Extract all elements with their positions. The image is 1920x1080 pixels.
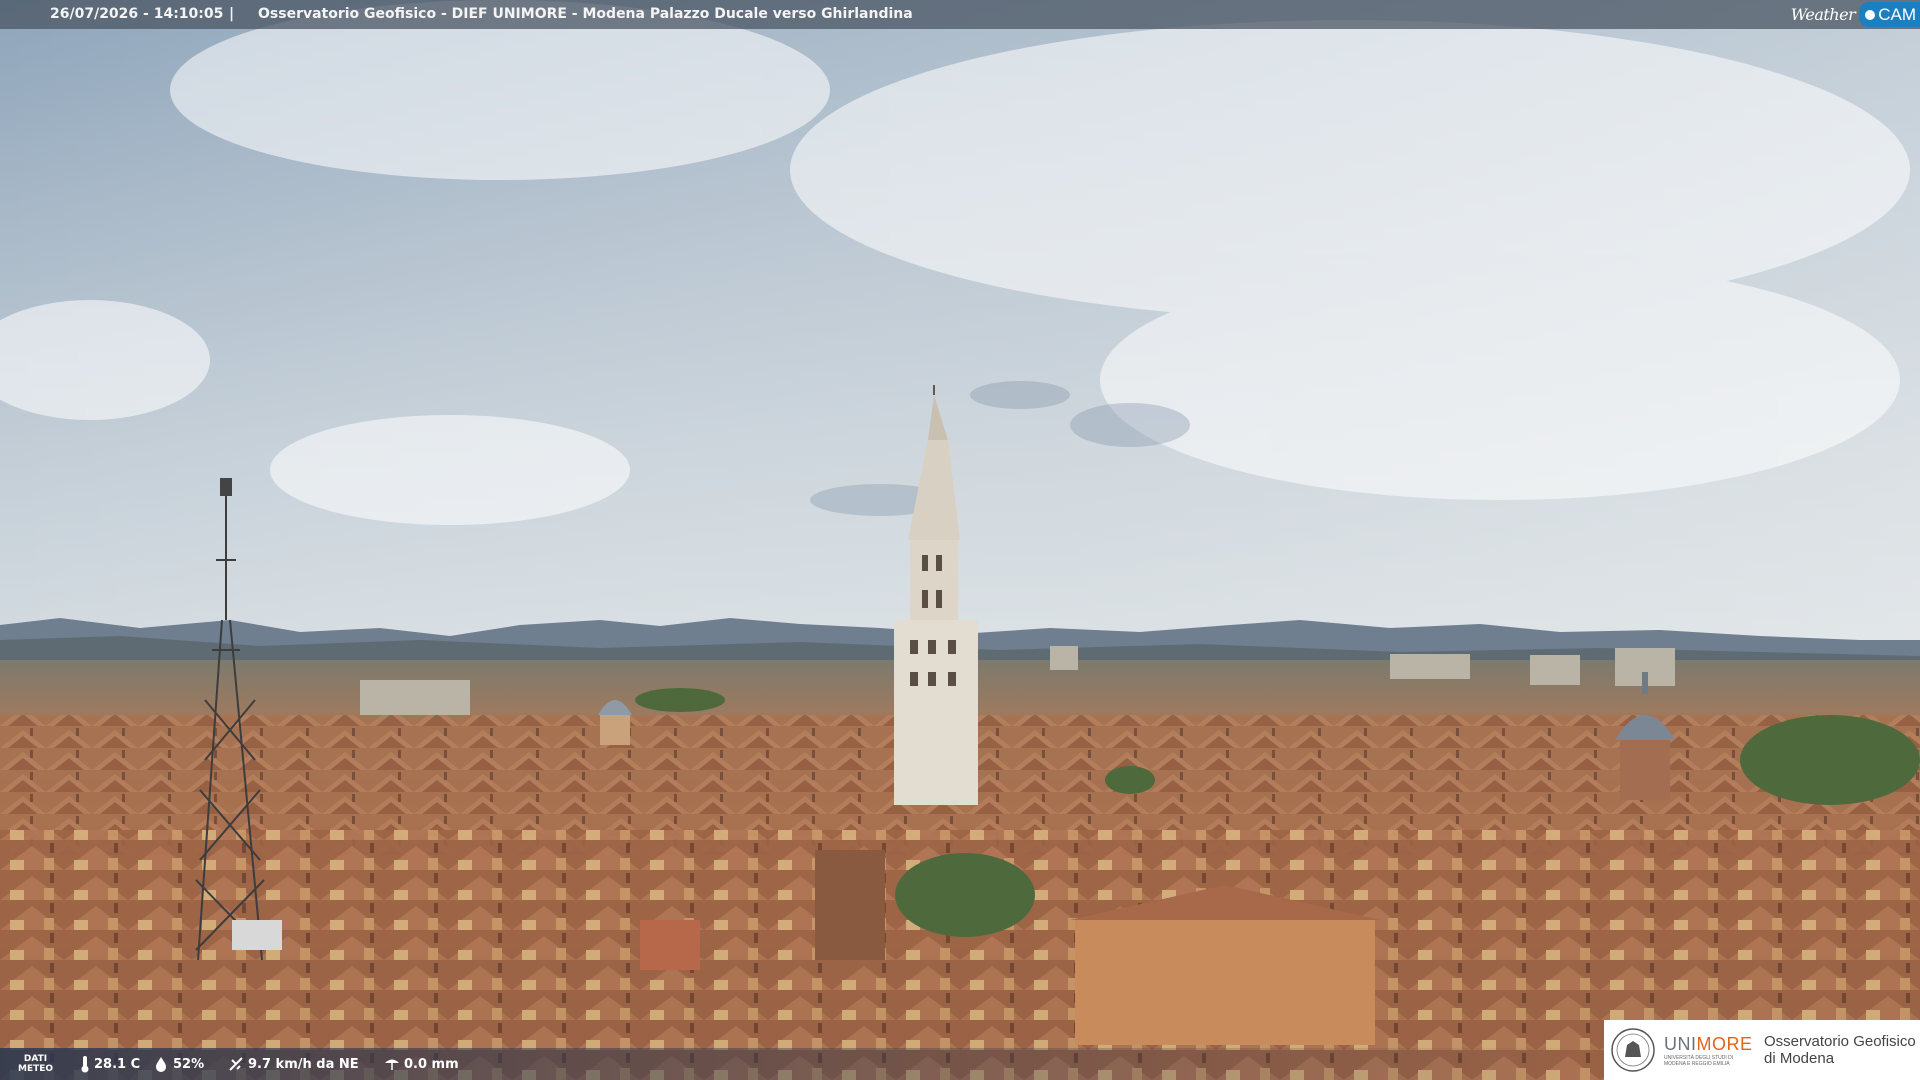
- unimore-subtitle: UNIVERSITÀ DEGLI STUDI DI MODENA E REGGI…: [1664, 1054, 1734, 1067]
- camera-lens-icon: [1865, 9, 1876, 20]
- temperature-value: 28.1 C: [94, 1056, 141, 1072]
- humidity-value: 52%: [173, 1056, 205, 1072]
- weathercam-logo: Weather CAM: [1791, 0, 1920, 29]
- weather-data-bar: DATI METEO 28.1 C 52% 9.7 km/h da NE 0.0 …: [0, 1048, 1600, 1080]
- humidity-readout: 52%: [153, 1048, 204, 1080]
- wind-readout: 9.7 km/h da NE: [228, 1048, 359, 1080]
- rain-icon: [385, 1059, 399, 1070]
- thermometer-icon: [81, 1056, 89, 1073]
- wind-icon: [229, 1057, 243, 1071]
- unimore-wordmark: UNIMORE UNIVERSITÀ DEGLI STUDI DI MODENA…: [1664, 1033, 1753, 1067]
- unimore-logo-panel: UNIMORE UNIVERSITÀ DEGLI STUDI DI MODENA…: [1604, 1020, 1920, 1080]
- top-info-bar: 26/07/2026 - 14:10:05 | Osservatorio Geo…: [0, 0, 1920, 29]
- webcam-scene: [0, 0, 1920, 1080]
- weathercam-logo-cam: CAM: [1859, 2, 1920, 27]
- wind-value: 9.7 km/h da NE: [248, 1056, 359, 1072]
- weather-data-label: DATI METEO: [18, 1054, 54, 1074]
- title-separator: |: [229, 6, 235, 22]
- weathercam-logo-weather: Weather: [1790, 5, 1856, 24]
- humidity-icon: [156, 1057, 166, 1072]
- temperature-readout: 28.1 C: [80, 1048, 140, 1080]
- university-seal-icon: [1611, 1028, 1655, 1072]
- timestamp: 26/07/2026 - 14:10:05: [50, 6, 224, 22]
- observatory-name: Osservatorio Geofisico di Modena: [1764, 1033, 1916, 1067]
- rain-readout: 0.0 mm: [384, 1048, 459, 1080]
- rain-value: 0.0 mm: [404, 1056, 459, 1072]
- webcam-title: Osservatorio Geofisico - DIEF UNIMORE - …: [258, 6, 913, 22]
